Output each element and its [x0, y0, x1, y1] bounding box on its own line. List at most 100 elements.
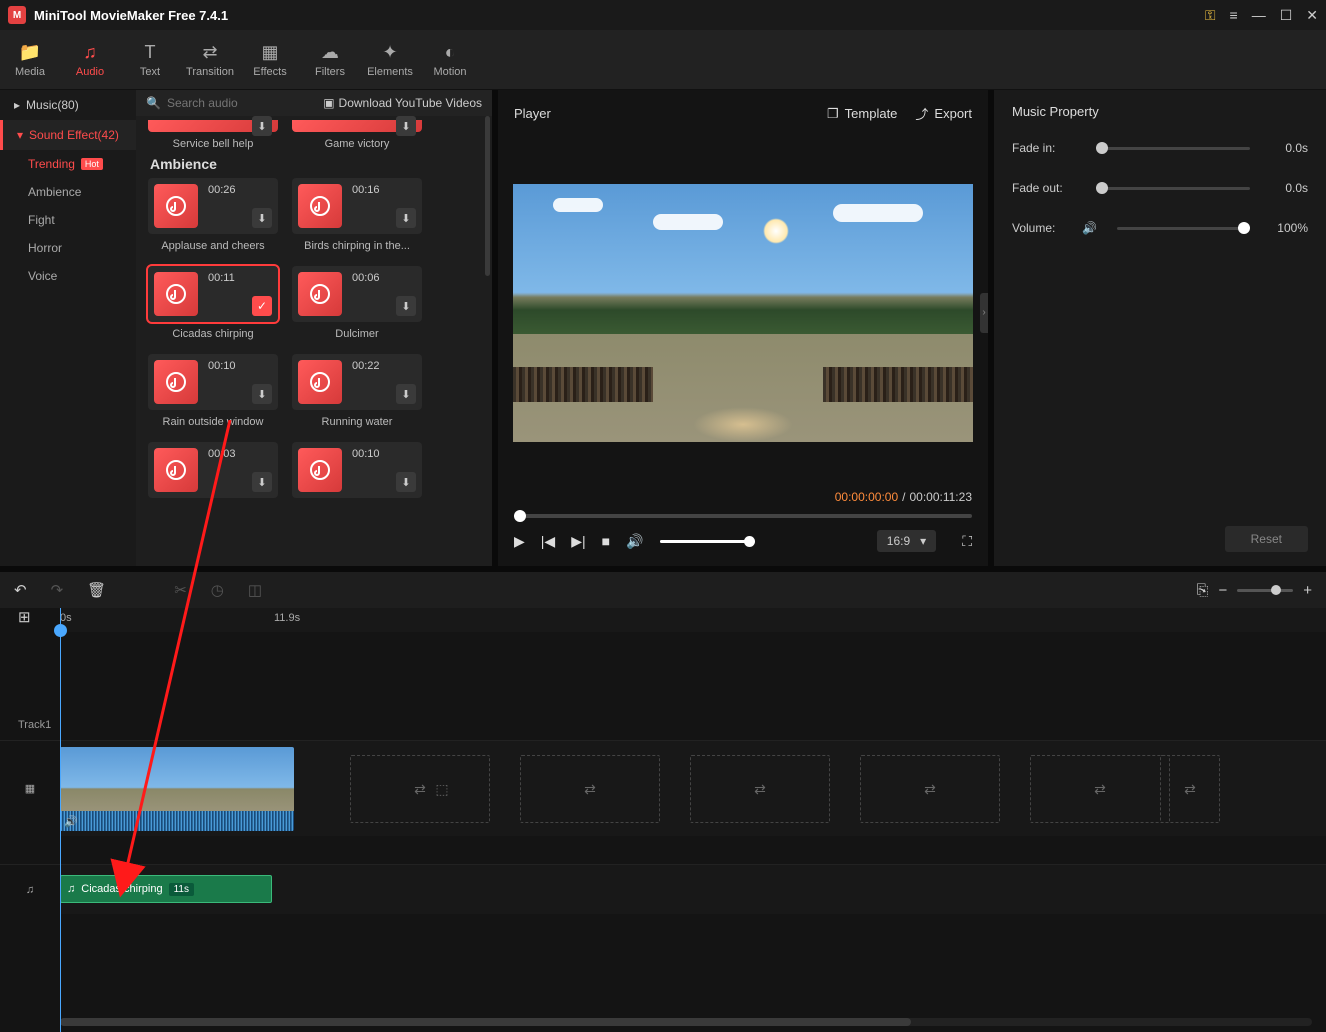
audio-thumb-icon	[154, 360, 198, 404]
tab-elements[interactable]: ✦Elements	[360, 36, 420, 84]
download-icon[interactable]: ⬇	[396, 472, 416, 492]
search-input[interactable]	[167, 96, 315, 110]
reset-button[interactable]: Reset	[1225, 526, 1308, 552]
timeline-scrollbar[interactable]	[60, 1018, 1312, 1026]
app-title: MiniTool MovieMaker Free 7.4.1	[34, 8, 1205, 23]
audio-card[interactable]: 00:11✓	[148, 266, 278, 322]
seek-bar[interactable]	[514, 514, 972, 518]
playhead[interactable]	[60, 608, 61, 1032]
video-clip[interactable]: 🔊	[60, 747, 294, 831]
audio-card[interactable]: 00:10⬇	[148, 354, 278, 410]
download-icon[interactable]: ⬇	[396, 208, 416, 228]
download-icon[interactable]: ⬇	[396, 384, 416, 404]
audio-card[interactable]: ⬇	[148, 120, 278, 132]
tab-media[interactable]: 📁Media	[0, 36, 60, 84]
add-track-button[interactable]: ⊞	[18, 608, 31, 626]
playhead-handle[interactable]	[54, 624, 67, 637]
export-button[interactable]: ⤴Export	[915, 104, 972, 123]
audio-clip-duration: 11s	[169, 883, 194, 896]
volume-icon[interactable]: 🔊	[626, 533, 643, 550]
seek-knob[interactable]	[514, 510, 526, 522]
audio-card[interactable]: ⬇	[292, 120, 422, 132]
audio-card[interactable]: 00:16⬇	[292, 178, 422, 234]
fullscreen-button[interactable]: ⛶	[962, 533, 972, 550]
key-icon[interactable]: ⚿	[1205, 7, 1216, 24]
card-label: Game victory	[292, 138, 422, 150]
video-track-icon[interactable]: ▦	[0, 782, 60, 795]
minimize-button[interactable]: —	[1252, 7, 1266, 23]
sidebar-ambience[interactable]: Ambience	[0, 178, 136, 206]
audio-track-icon[interactable]: ♫	[0, 884, 60, 896]
tab-effects[interactable]: ▦Effects	[240, 36, 300, 84]
panel-collapse-handle[interactable]: ›	[980, 293, 988, 333]
menu-icon[interactable]: ≡	[1230, 7, 1238, 23]
audio-clip[interactable]: ♫ Cicadas chirping 11s	[60, 875, 272, 903]
clip-placeholder[interactable]: ⇄	[690, 755, 830, 823]
clip-placeholder[interactable]: ⇄	[1160, 755, 1220, 823]
delete-button[interactable]: 🗑	[87, 581, 106, 599]
download-youtube-link[interactable]: ▣Download YouTube Videos	[323, 96, 482, 110]
fade-out-label: Fade out:	[1012, 181, 1082, 195]
speed-button[interactable]: ◷	[211, 581, 224, 599]
template-button[interactable]: ❐Template	[827, 106, 897, 122]
prev-frame-button[interactable]: |◀	[541, 533, 555, 550]
volume-prop-slider[interactable]	[1117, 227, 1250, 230]
tab-text[interactable]: TText	[120, 36, 180, 84]
zoom-in-button[interactable]: +	[1303, 582, 1312, 599]
play-button[interactable]: ▶	[514, 533, 525, 550]
sidebar-music[interactable]: ▸Music(80)	[0, 90, 136, 120]
tab-filters[interactable]: ☁Filters	[300, 36, 360, 84]
audio-card[interactable]: 00:06⬇	[292, 266, 422, 322]
download-icon[interactable]: ⬇	[396, 296, 416, 316]
volume-slider[interactable]	[660, 540, 750, 543]
sidebar-horror[interactable]: Horror	[0, 234, 136, 262]
download-icon[interactable]: ⬇	[252, 384, 272, 404]
speaker-icon[interactable]: 🔊	[1082, 221, 1097, 235]
tab-audio[interactable]: ♫Audio	[60, 36, 120, 84]
tab-transition[interactable]: ⇄Transition	[180, 36, 240, 84]
clip-placeholder[interactable]: ⇄	[520, 755, 660, 823]
redo-button[interactable]: ↷	[51, 581, 64, 599]
sidebar-fight[interactable]: Fight	[0, 206, 136, 234]
library-scrollbar[interactable]	[485, 116, 490, 276]
clip-placeholder[interactable]: ⇄	[1030, 755, 1170, 823]
zoom-out-button[interactable]: −	[1218, 582, 1227, 599]
preview-area[interactable]: ›	[498, 137, 988, 488]
sidebar-voice[interactable]: Voice	[0, 262, 136, 290]
search-input-wrap[interactable]: 🔍	[146, 96, 315, 110]
close-button[interactable]: ✕	[1306, 7, 1318, 24]
clip-placeholder[interactable]: ⇄	[860, 755, 1000, 823]
timeline-ruler[interactable]: 0s 11.9s	[60, 608, 1326, 632]
export-icon: ⤴	[915, 104, 928, 123]
audio-card[interactable]: 00:26⬇	[148, 178, 278, 234]
fit-zoom-button[interactable]: ⎘	[1196, 582, 1208, 599]
maximize-button[interactable]: ☐	[1280, 7, 1293, 24]
stop-button[interactable]: ■	[602, 533, 610, 549]
fade-out-slider[interactable]	[1096, 187, 1250, 190]
split-button[interactable]: ✂	[174, 581, 187, 599]
download-icon[interactable]: ⬇	[252, 472, 272, 492]
next-frame-button[interactable]: ▶|	[571, 533, 585, 550]
fade-in-slider[interactable]	[1096, 147, 1250, 150]
filters-icon: ☁	[300, 42, 360, 63]
tab-motion[interactable]: ◐Motion	[420, 36, 480, 84]
undo-button[interactable]: ↶	[14, 581, 27, 599]
audio-card[interactable]: 00:03⬇	[148, 442, 278, 498]
check-icon[interactable]: ✓	[252, 296, 272, 316]
crop-button[interactable]: ◫	[248, 581, 262, 599]
download-icon[interactable]: ⬇	[252, 208, 272, 228]
download-icon[interactable]: ⬇	[252, 116, 272, 136]
clip-placeholder[interactable]: ⬚	[412, 755, 472, 823]
app-logo: M	[8, 6, 26, 24]
search-icon: 🔍	[146, 96, 161, 110]
audio-card[interactable]: 00:10⬇	[292, 442, 422, 498]
folder-icon: 📁	[0, 42, 60, 63]
total-time: 00:00:11:23	[909, 490, 972, 504]
sidebar-trending[interactable]: TrendingHot	[0, 150, 136, 178]
audio-card[interactable]: 00:22⬇	[292, 354, 422, 410]
fade-in-value: 0.0s	[1264, 141, 1308, 155]
download-icon[interactable]: ⬇	[396, 116, 416, 136]
aspect-ratio-select[interactable]: 16:9▾	[877, 530, 936, 552]
zoom-slider[interactable]	[1237, 589, 1293, 592]
sidebar-sound-effect[interactable]: ▾Sound Effect(42)	[0, 120, 136, 150]
